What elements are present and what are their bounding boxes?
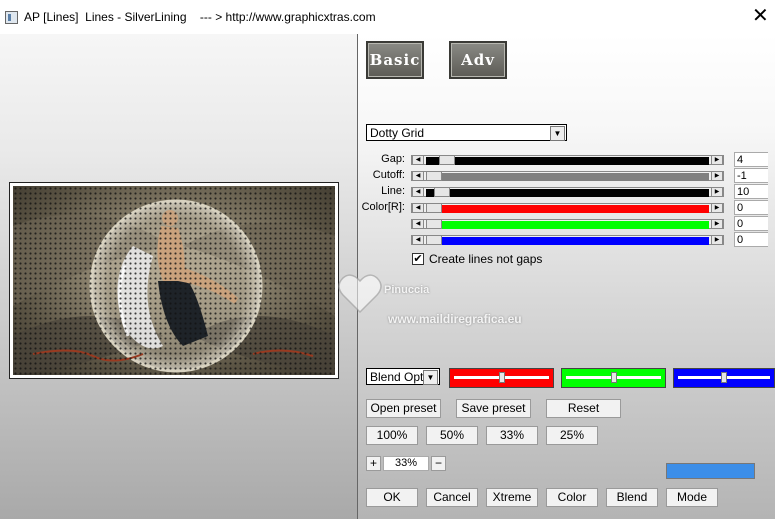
reset-button[interactable]: Reset (546, 399, 621, 418)
slider-label: Cutoff: (372, 169, 405, 181)
slider-left-arrow-icon[interactable]: ◀ (412, 155, 424, 165)
zoom-33-button[interactable]: 33% (486, 426, 538, 445)
cancel-button[interactable]: Cancel (426, 488, 478, 507)
checkmark-icon: ✔ (413, 253, 423, 265)
slider-left-arrow-icon[interactable]: ◀ (412, 203, 424, 213)
slider-fill (450, 189, 709, 197)
dotty-grid-overlay (13, 186, 335, 375)
slider-fill (442, 173, 709, 181)
parameter-slider[interactable]: ◀ ▶ (411, 187, 724, 197)
slider-right-arrow-icon[interactable]: ▶ (711, 203, 723, 213)
zoom-level-field[interactable]: 33% (383, 456, 429, 471)
slider-left-arrow-icon[interactable]: ◀ (412, 235, 424, 245)
slider-value-field[interactable]: 4 (734, 152, 768, 167)
slider-value-field[interactable]: -1 (734, 168, 768, 183)
color-slider-thumb[interactable] (721, 372, 727, 383)
parameter-slider[interactable]: ◀ ▶ (411, 219, 724, 229)
slider-thumb[interactable] (439, 155, 455, 165)
heart-watermark-icon (338, 274, 382, 314)
zoom-100-button[interactable]: 100% (366, 426, 418, 445)
slider-value-field[interactable]: 0 (734, 216, 768, 231)
parameter-slider[interactable]: ◀ ▶ (411, 155, 724, 165)
slider-thumb[interactable] (426, 171, 442, 181)
effect-dropdown[interactable]: Dotty Grid ▼ (366, 124, 567, 141)
title-bar: AP [Lines] Lines - SilverLining --- > ht… (0, 0, 775, 34)
chevron-down-icon: ▼ (423, 370, 438, 385)
slider-value-field[interactable]: 0 (734, 200, 768, 215)
slider-label: Line: (381, 185, 405, 197)
slider-label: Gap: (381, 153, 405, 165)
effect-dropdown-value: Dotty Grid (370, 126, 425, 140)
slider-value-field[interactable]: 10 (734, 184, 768, 199)
slider-fill (442, 237, 709, 245)
create-lines-checkbox[interactable]: ✔ (412, 253, 424, 265)
blend-button[interactable]: Blend (606, 488, 658, 507)
watermark-url: www.maildiregrafica.eu (388, 312, 522, 326)
slider-right-arrow-icon[interactable]: ▶ (711, 155, 723, 165)
color-button[interactable]: Color (546, 488, 598, 507)
slider-value-field[interactable]: 0 (734, 232, 768, 247)
color-slider-thumb[interactable] (499, 372, 505, 383)
ok-button[interactable]: OK (366, 488, 418, 507)
slider-left-arrow-icon[interactable]: ◀ (412, 187, 424, 197)
parameter-slider[interactable]: ◀ ▶ (411, 171, 724, 181)
preview-image-frame[interactable] (9, 182, 339, 379)
color-indicator (666, 463, 755, 479)
slider-thumb[interactable] (426, 203, 442, 213)
blend-options-dropdown[interactable]: Blend Optio ▼ (366, 368, 440, 385)
preview-image (13, 186, 335, 375)
zoom-50-button[interactable]: 50% (426, 426, 478, 445)
parameter-slider[interactable]: ◀ ▶ (411, 235, 724, 245)
slider-fill (442, 205, 709, 213)
save-preset-button[interactable]: Save preset (456, 399, 531, 418)
zoom-in-button[interactable]: + (366, 456, 381, 471)
mode-button[interactable]: Mode (666, 488, 718, 507)
slider-thumb[interactable] (434, 187, 450, 197)
window-title: AP [Lines] Lines - SilverLining --- > ht… (24, 10, 376, 24)
zoom-out-button[interactable]: − (431, 456, 446, 471)
watermark-name: Pinuccia (384, 284, 430, 296)
color-channel-slider[interactable] (449, 368, 554, 388)
app-icon (5, 11, 18, 24)
slider-right-arrow-icon[interactable]: ▶ (711, 171, 723, 181)
slider-fill-before (426, 157, 439, 165)
slider-left-arrow-icon[interactable]: ◀ (412, 219, 424, 229)
slider-right-arrow-icon[interactable]: ▶ (711, 235, 723, 245)
slider-right-arrow-icon[interactable]: ▶ (711, 187, 723, 197)
color-channel-slider[interactable] (561, 368, 666, 388)
slider-right-arrow-icon[interactable]: ▶ (711, 219, 723, 229)
slider-thumb[interactable] (426, 219, 442, 229)
tab-basic[interactable]: Basic (366, 41, 424, 79)
create-lines-label: Create lines not gaps (429, 252, 543, 266)
slider-thumb[interactable] (426, 235, 442, 245)
chevron-down-icon: ▼ (550, 126, 565, 141)
slider-fill-before (426, 189, 434, 197)
slider-label: Color[R]: (361, 201, 405, 213)
slider-left-arrow-icon[interactable]: ◀ (412, 171, 424, 181)
parameter-slider[interactable]: ◀ ▶ (411, 203, 724, 213)
xtreme-button[interactable]: Xtreme (486, 488, 538, 507)
control-panel (358, 34, 775, 519)
close-icon[interactable]: ✕ (752, 3, 769, 27)
slider-fill (455, 157, 709, 165)
slider-fill (442, 221, 709, 229)
open-preset-button[interactable]: Open preset (366, 399, 441, 418)
color-channel-slider[interactable] (673, 368, 775, 388)
tab-adv[interactable]: Adv (449, 41, 507, 79)
zoom-25-button[interactable]: 25% (546, 426, 598, 445)
color-slider-thumb[interactable] (611, 372, 617, 383)
